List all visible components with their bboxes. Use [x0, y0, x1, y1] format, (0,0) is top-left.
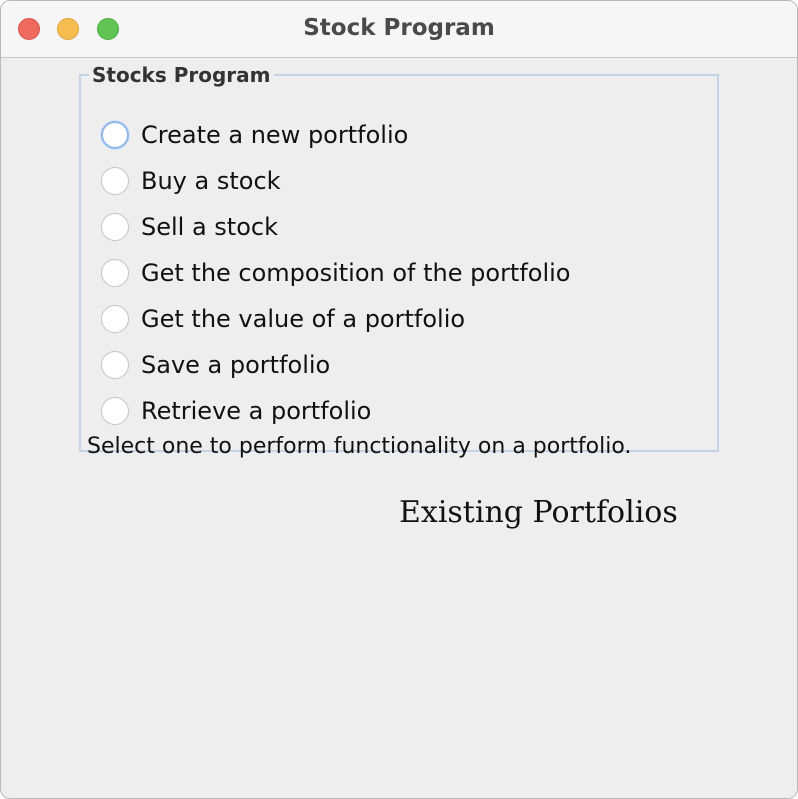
radio-option-buy-stock[interactable]: Buy a stock — [101, 164, 281, 198]
group-legend: Stocks Program — [92, 63, 271, 87]
radio-label: Buy a stock — [141, 167, 281, 195]
radio-button[interactable] — [101, 397, 129, 425]
window-title: Stock Program — [303, 15, 495, 41]
stocks-program-group: Stocks Program Create a new portfolio Bu… — [79, 63, 719, 459]
radio-button[interactable] — [101, 213, 129, 241]
radio-label: Sell a stock — [141, 213, 278, 241]
radio-label: Retrieve a portfolio — [141, 397, 372, 425]
radio-option-get-composition[interactable]: Get the composition of the portfolio — [101, 256, 571, 290]
radio-button[interactable] — [101, 121, 129, 149]
radio-button[interactable] — [101, 305, 129, 333]
radio-label: Create a new portfolio — [141, 121, 409, 149]
existing-portfolios-label: Existing Portfolios — [399, 495, 678, 530]
radio-label: Get the value of a portfolio — [141, 305, 466, 333]
instruction-text: Select one to perform functionality on a… — [87, 434, 632, 459]
radio-label: Get the composition of the portfolio — [141, 259, 571, 287]
radio-label: Save a portfolio — [141, 351, 331, 379]
app-window: Stock Program Stocks Program Create a ne… — [0, 0, 798, 799]
radio-option-create-portfolio[interactable]: Create a new portfolio — [101, 118, 408, 152]
radio-option-retrieve-portfolio[interactable]: Retrieve a portfolio — [101, 394, 371, 428]
radio-button[interactable] — [101, 351, 129, 379]
title-bar[interactable]: Stock Program — [1, 1, 797, 58]
radio-option-get-value[interactable]: Get the value of a portfolio — [101, 302, 465, 336]
radio-button[interactable] — [101, 167, 129, 195]
radio-button[interactable] — [101, 259, 129, 287]
main-content: Stocks Program Create a new portfolio Bu… — [1, 58, 797, 798]
radio-option-sell-stock[interactable]: Sell a stock — [101, 210, 278, 244]
radio-option-save-portfolio[interactable]: Save a portfolio — [101, 348, 330, 382]
